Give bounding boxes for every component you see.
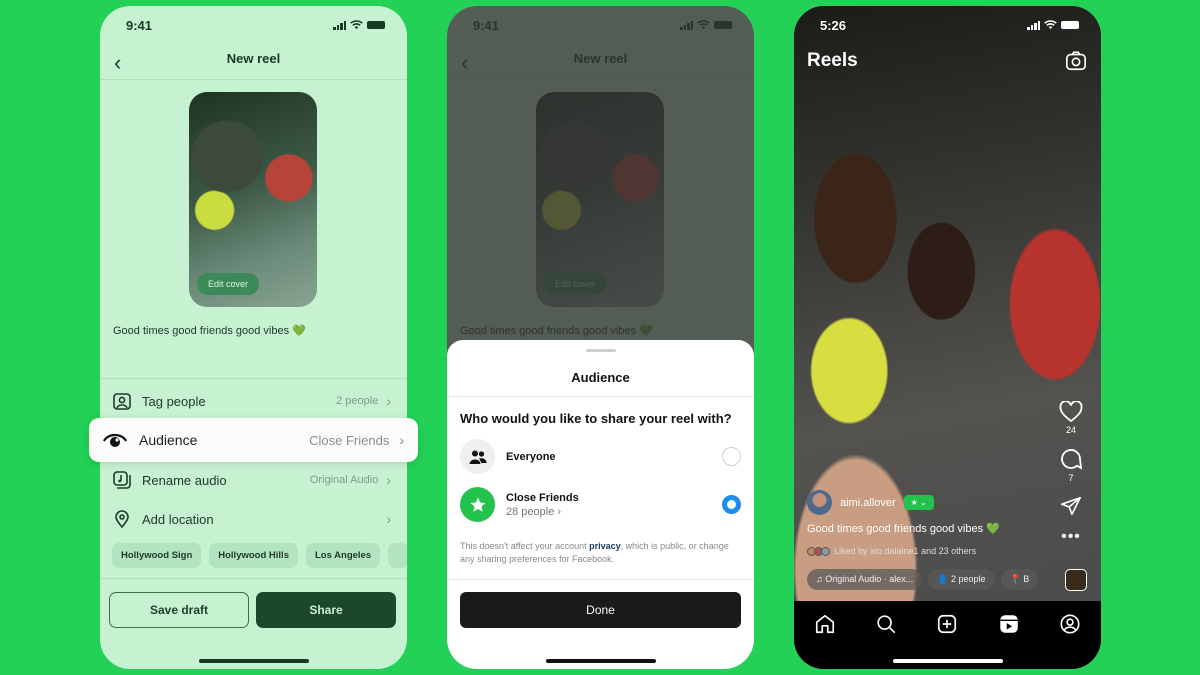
audience-value: Close Friends [309,432,390,448]
signal-icon [1027,20,1040,30]
home-indicator [545,659,656,663]
audience-question: Who would you like to share your reel wi… [460,411,732,426]
chevron-right-icon: › [386,393,391,409]
tag-person-icon [112,391,132,411]
battery-icon [367,21,385,29]
tag-people-row[interactable]: Tag people 2 people › [100,384,407,418]
page-title: New reel [226,51,281,66]
reel-actions: 24 7 ••• [1053,401,1089,545]
location-chip-more[interactable] [388,543,407,568]
divider [447,579,754,580]
sheet-grabber[interactable] [585,349,616,352]
share-button[interactable]: Share [256,592,396,628]
audio-icon [112,470,132,490]
divider [447,396,754,397]
status-time: 9:41 [126,17,153,33]
chevron-right-icon: › [386,511,391,527]
reel-cover-thumbnail[interactable]: Edit cover [189,92,317,307]
search-icon[interactable] [875,613,897,635]
chevron-right-icon: › [386,472,391,488]
like-count: 24 [1065,425,1076,435]
liked-by[interactable]: Liked by alo.dalaine1 and 23 others [807,546,976,556]
divider [100,578,407,579]
home-indicator [892,659,1003,663]
home-icon[interactable] [814,613,836,635]
location-suggestions: Hollywood Sign Hollywood Hills Los Angel… [112,543,407,568]
reel-info-pills: ♫ Original Audio · alex... 👤 2 people 📍 … [807,569,1039,590]
tagged-people-pill[interactable]: 👤 2 people [928,569,995,590]
profile-icon[interactable] [1059,613,1081,635]
phone-new-reel-screen: 9:41 ‹ New reel Edit cover Good times go… [100,6,407,669]
radio-close-friends[interactable] [722,495,741,514]
battery-icon [1061,21,1079,29]
share-send-icon[interactable] [1060,495,1082,517]
people-icon [460,439,495,474]
location-chip[interactable]: Hollywood Hills [209,543,298,568]
phone-reels-feed-screen: 5:26 Reels 24 7 ••• aimi.allover ★ ⌄ Goo… [794,6,1101,669]
edit-cover-button[interactable]: Edit cover [197,273,260,295]
audience-label: Audience [139,432,198,448]
audience-row-highlight[interactable]: Audience Close Friends › [89,418,418,462]
done-button[interactable]: Done [460,592,741,628]
wifi-icon [1044,20,1057,30]
heart-icon[interactable] [1059,401,1083,423]
reels-icon[interactable] [998,613,1020,635]
sheet-title: Audience [571,370,630,385]
divider [100,378,407,379]
status-bar: 5:26 [794,16,1101,34]
comment-icon[interactable] [1059,447,1083,471]
tag-people-value: 2 people [336,395,379,407]
reel-caption[interactable]: Good times good friends good vibes 💚 [113,324,306,337]
star-icon [460,487,495,522]
add-location-label: Add location [142,511,214,527]
location-chip[interactable]: Los Angeles [305,543,381,568]
avatar[interactable] [807,490,832,515]
audio-thumbnail[interactable] [1065,569,1087,591]
rename-audio-row[interactable]: Rename audio Original Audio › [100,463,407,497]
tag-people-label: Tag people [142,393,206,409]
liked-by-text: Liked by alo.dalaine1 and 23 others [834,546,977,556]
camera-icon[interactable] [1065,50,1087,72]
close-friends-count-link[interactable]: 28 people › [506,506,722,518]
status-bar: 9:41 [100,16,407,34]
add-location-row[interactable]: Add location › [100,502,407,536]
phone-audience-sheet-screen: 9:41 ‹ New reel Edit cover Good times go… [447,6,754,669]
radio-everyone[interactable] [722,447,741,466]
location-pin-icon [112,509,132,529]
option-label: Close Friends [506,491,579,504]
rename-audio-value: Original Audio [309,474,379,486]
note-text: This doesn't affect your account [460,541,590,551]
rename-audio-label: Rename audio [142,472,227,488]
location-chip[interactable]: Hollywood Sign [112,543,202,568]
comment-count: 7 [1068,473,1074,483]
audience-bottom-sheet: Audience Who would you like to share you… [447,340,754,669]
save-draft-button[interactable]: Save draft [109,592,249,628]
back-chevron-icon[interactable]: ‹ [114,50,121,76]
status-time: 5:26 [820,17,847,33]
signal-icon [333,20,346,30]
page-title: Reels [807,50,858,71]
home-indicator [198,659,309,663]
more-options-icon[interactable]: ••• [1061,529,1081,545]
privacy-link[interactable]: privacy [589,541,621,551]
audience-eye-icon [103,433,127,447]
audio-pill[interactable]: ♫ Original Audio · alex... [807,569,923,590]
username[interactable]: aimi.allover [840,497,896,509]
wifi-icon [350,20,363,30]
privacy-note: This doesn't affect your account privacy… [460,540,741,566]
liker-avatar [821,546,830,556]
create-icon[interactable] [936,613,958,635]
close-friends-badge[interactable]: ★ ⌄ [903,495,934,510]
option-close-friends[interactable]: Close Friends 28 people › [460,487,741,522]
reel-author[interactable]: aimi.allover ★ ⌄ [807,490,934,515]
chevron-right-icon: › [399,432,404,448]
option-everyone[interactable]: Everyone [460,439,741,474]
location-pill[interactable]: 📍 B [1000,569,1039,590]
reel-caption[interactable]: Good times good friends good vibes 💚 [807,522,1000,535]
nav-bar: ‹ New reel [100,46,407,80]
option-label: Everyone [506,450,556,463]
